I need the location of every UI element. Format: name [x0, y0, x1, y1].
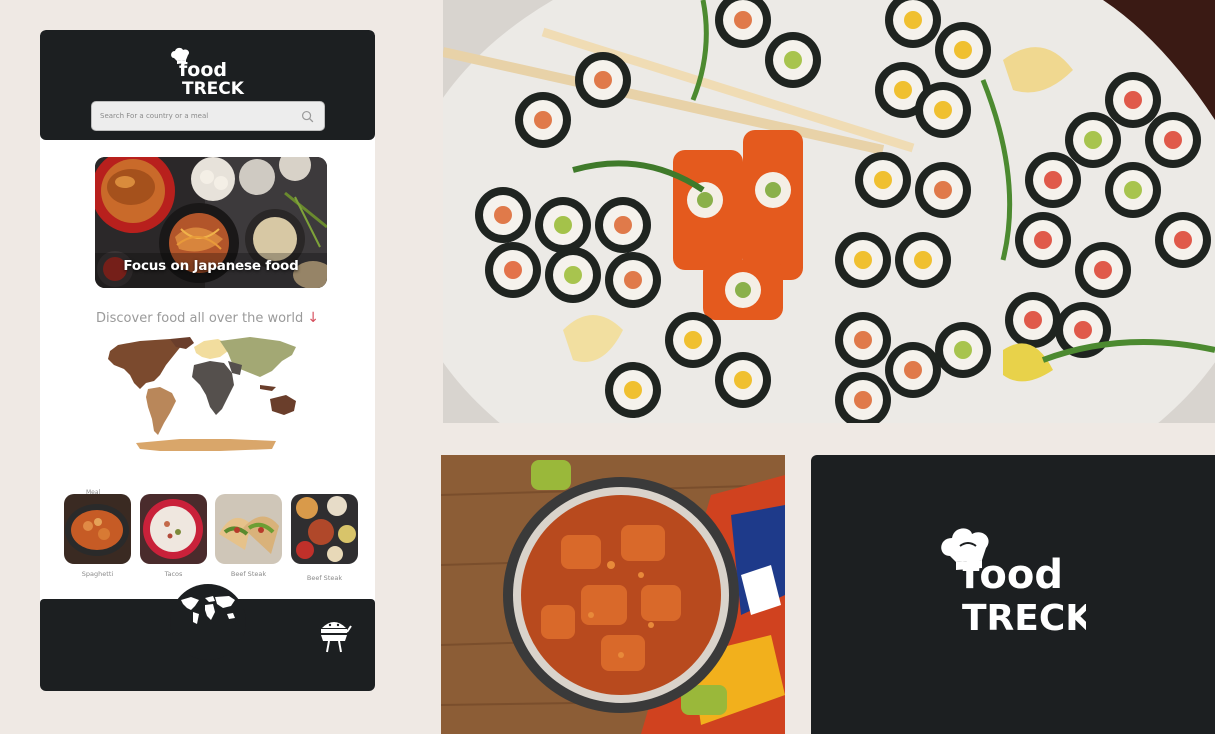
meal-label-spaghetti: Spaghetti — [81, 570, 114, 578]
map-south-america[interactable] — [146, 387, 176, 435]
food-treck-logo: food TRECK — [171, 47, 245, 98]
map-indonesia[interactable] — [260, 385, 276, 391]
search-bar[interactable] — [91, 101, 325, 131]
meal-card-beef-steak-2[interactable] — [291, 494, 358, 564]
meal-card-tacos[interactable] — [140, 494, 207, 564]
meal-label-beef-steak-2: Beef Steak — [306, 574, 343, 582]
map-antarctica[interactable] — [136, 439, 276, 451]
logo-line2: TRECK — [182, 79, 245, 98]
meal-photo — [64, 494, 131, 564]
globe-icon[interactable] — [177, 592, 239, 632]
logo-line1: food — [179, 59, 227, 81]
hero-title: Focus on Japanese food — [123, 258, 299, 274]
sushi-photo — [443, 0, 1215, 423]
food-treck-logo-large: food TRECK — [941, 528, 1086, 638]
search-input[interactable] — [100, 107, 300, 125]
map-oceania[interactable] — [270, 395, 296, 415]
meal-photo — [140, 494, 207, 564]
down-arrow-icon: ↓ — [307, 310, 319, 326]
stew-photo — [441, 455, 785, 734]
map-africa[interactable] — [192, 361, 234, 415]
meal-photo — [291, 494, 358, 564]
meal-card-spaghetti[interactable] — [64, 494, 131, 564]
meal-label-beef-steak: Beef Steak — [230, 570, 267, 578]
stew-pot-image — [441, 455, 785, 734]
logo-large-line2: TRECK — [962, 598, 1086, 638]
logo-large-line1: food — [962, 552, 1063, 598]
meal-list: Spaghetti Tacos Beef Steak Beef Steak — [64, 494, 364, 584]
search-icon[interactable] — [301, 110, 314, 123]
discover-heading: Discover food all over the world ↓ — [40, 310, 375, 326]
map-north-america[interactable] — [108, 339, 182, 389]
burger-mascot-icon[interactable] — [316, 616, 352, 658]
hero-card-japanese-food[interactable]: Focus on Japanese food — [95, 157, 327, 288]
app-mockup: food TRECK Search For a country or a mea… — [40, 30, 375, 691]
meal-label-tacos: Tacos — [164, 570, 183, 578]
world-map[interactable] — [100, 335, 320, 460]
sushi-plate-image — [443, 0, 1215, 423]
meal-card-beef-steak[interactable] — [215, 494, 282, 564]
discover-text: Discover food all over the world — [96, 311, 304, 326]
meal-photo — [215, 494, 282, 564]
app-header: food TRECK — [40, 30, 375, 140]
